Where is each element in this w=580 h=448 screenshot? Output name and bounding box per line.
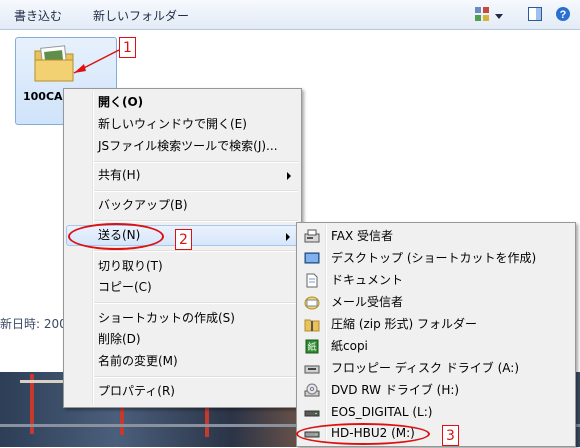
callout-2: 2	[175, 229, 192, 250]
annotation-overlay	[73, 49, 120, 74]
highlight-ellipse-hd-hbu2	[296, 423, 430, 445]
callout-arrowhead-icon	[74, 64, 86, 73]
callout-1: 1	[119, 37, 136, 58]
callout-3: 3	[442, 425, 459, 446]
highlight-ellipse-send-to	[68, 223, 164, 250]
